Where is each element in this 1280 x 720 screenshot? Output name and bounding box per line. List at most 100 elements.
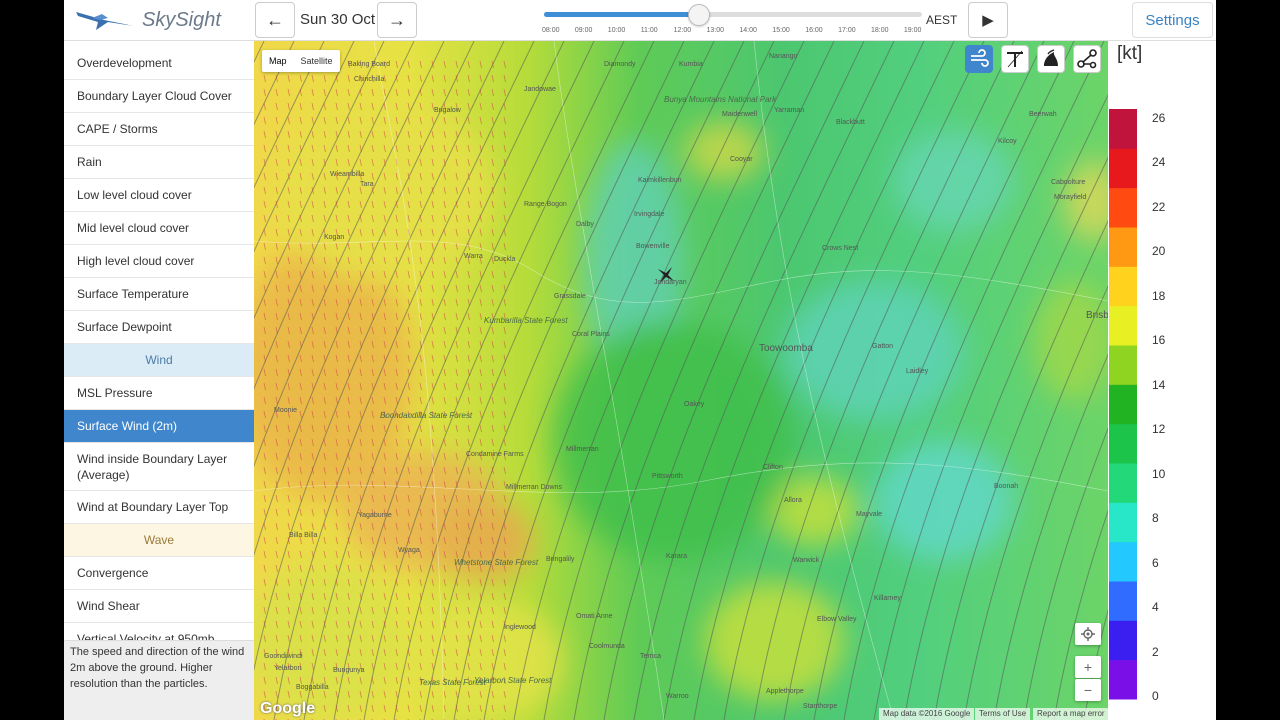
place-label: Omati Anne bbox=[576, 613, 613, 620]
place-label: Jandowae bbox=[524, 86, 556, 93]
wind-layer-tool-button[interactable] bbox=[965, 45, 993, 73]
place-label: Yelarbon bbox=[274, 665, 302, 672]
layer-overdevelopment[interactable]: Overdevelopment bbox=[64, 47, 254, 80]
time-tick-label: 08:00 bbox=[542, 27, 560, 34]
crosshair-icon bbox=[1081, 627, 1095, 641]
place-label: Yelarbon State Forest bbox=[474, 676, 552, 685]
place-label: Wyaga bbox=[398, 547, 420, 554]
settings-button[interactable]: Settings bbox=[1132, 2, 1213, 38]
layer-msl-pressure[interactable]: MSL Pressure bbox=[64, 377, 254, 410]
layer-cape-storms[interactable]: CAPE / Storms bbox=[64, 113, 254, 146]
section-header-wave[interactable]: Wave bbox=[64, 524, 254, 557]
layer-wind-shear[interactable]: Wind Shear bbox=[64, 590, 254, 623]
play-button[interactable]: ▶ bbox=[968, 2, 1008, 38]
layer-surface-temperature[interactable]: Surface Temperature bbox=[64, 278, 254, 311]
thermal-icon bbox=[1044, 49, 1058, 66]
google-logo: Google bbox=[260, 700, 316, 717]
map-data-attribution: Map data ©2016 Google bbox=[879, 708, 975, 720]
my-location-button[interactable] bbox=[1075, 623, 1101, 645]
legend-color-band bbox=[1109, 463, 1137, 503]
layer-wind-at-boundary-layer-top[interactable]: Wind at Boundary Layer Top bbox=[64, 491, 254, 524]
place-label: Gatton bbox=[872, 343, 894, 350]
layer-convergence[interactable]: Convergence bbox=[64, 557, 254, 590]
map-view[interactable]: Map Satellite Baking Board Chinchilla Brig… bbox=[254, 41, 1108, 720]
place-label: Duckla bbox=[494, 256, 516, 263]
map-type-satellite-button[interactable]: Satellite bbox=[294, 50, 340, 72]
place-label: Millmerran bbox=[566, 446, 599, 453]
thermal-tool-button[interactable] bbox=[1037, 45, 1065, 73]
legend-tick-label: 8 bbox=[1152, 511, 1159, 526]
legend-color-band bbox=[1109, 109, 1137, 149]
place-label: Goondiwindi bbox=[264, 653, 303, 660]
time-slider-thumb[interactable] bbox=[687, 4, 710, 26]
place-label: Mayvale bbox=[856, 511, 883, 518]
time-tick-label: 15:00 bbox=[772, 27, 790, 34]
skysight-app: SkySight ← Sun 30 Oct → 08:00 09:00 10:00 1… bbox=[64, 0, 1216, 720]
place-label: Millmerran Downs bbox=[506, 484, 563, 491]
place-label: Applethorpe bbox=[766, 688, 804, 695]
layer-mid-level-cloud-cover[interactable]: Mid level cloud cover bbox=[64, 212, 254, 245]
place-label: Tara bbox=[360, 181, 374, 188]
place-label: Yagaburne bbox=[358, 512, 392, 519]
next-day-button[interactable]: → bbox=[377, 2, 417, 38]
zoom-out-button[interactable]: − bbox=[1075, 679, 1101, 701]
skew-t-icon bbox=[1007, 50, 1023, 68]
place-label: Coral Plains bbox=[572, 331, 610, 338]
layer-rain[interactable]: Rain bbox=[64, 146, 254, 179]
place-label: Bowenville bbox=[636, 243, 670, 250]
report-map-error-link[interactable]: Report a map error bbox=[1033, 708, 1108, 720]
place-label: Crows Nest bbox=[822, 245, 859, 252]
prev-day-button[interactable]: ← bbox=[255, 2, 295, 38]
layer-boundary-layer-cloud-cover[interactable]: Boundary Layer Cloud Cover bbox=[64, 80, 254, 113]
time-slider[interactable] bbox=[544, 4, 922, 26]
place-label: Laidley bbox=[906, 368, 929, 375]
time-tick-label: 11:00 bbox=[640, 27, 658, 34]
play-icon: ▶ bbox=[982, 12, 994, 29]
legend-color-band bbox=[1109, 659, 1137, 700]
place-label: Clifton bbox=[763, 464, 783, 471]
layer-high-level-cloud-cover[interactable]: High level cloud cover bbox=[64, 245, 254, 278]
place-label: Cooyar bbox=[730, 156, 753, 163]
place-label: Yarraman bbox=[774, 107, 805, 114]
legend-tick-label: 4 bbox=[1152, 600, 1159, 615]
layer-wind-inside-boundary-layer[interactable]: Wind inside Boundary Layer (Average) bbox=[64, 443, 254, 491]
place-label: Oakey bbox=[684, 401, 705, 408]
place-label: Boggabilla bbox=[296, 684, 329, 691]
time-tick-label: 18:00 bbox=[871, 27, 889, 34]
place-label: Chinchilla bbox=[354, 76, 385, 83]
legend-color-band bbox=[1109, 148, 1137, 189]
place-label: Kilcoy bbox=[998, 138, 1017, 145]
arrow-left-icon: ← bbox=[266, 9, 284, 30]
zoom-in-button[interactable]: + bbox=[1075, 656, 1101, 678]
place-label: Warwick bbox=[793, 557, 820, 564]
skysight-logo[interactable]: SkySight bbox=[74, 4, 221, 36]
route-tool-button[interactable] bbox=[1073, 45, 1101, 73]
layer-vertical-velocity-950mb[interactable]: Vertical Velocity at 950mb bbox=[64, 623, 254, 640]
place-label: Dalby bbox=[576, 221, 594, 228]
terms-of-use-link[interactable]: Terms of Use bbox=[975, 708, 1031, 720]
place-label: Beerwah bbox=[1029, 111, 1057, 118]
legend-color-band bbox=[1109, 266, 1137, 307]
legend-tick-label: 16 bbox=[1152, 333, 1166, 348]
route-icon bbox=[1077, 49, 1097, 69]
legend-unit: [kt] bbox=[1117, 43, 1143, 64]
place-label: Warroo bbox=[666, 693, 689, 700]
legend-tick-label: 0 bbox=[1152, 689, 1159, 703]
arrow-right-icon: → bbox=[388, 9, 406, 30]
place-label: Condamine Farms bbox=[466, 451, 524, 458]
layer-surface-dewpoint[interactable]: Surface Dewpoint bbox=[64, 311, 254, 344]
place-label: Kumbia bbox=[679, 61, 703, 68]
layer-surface-wind-2m[interactable]: Surface Wind (2m) bbox=[64, 410, 254, 443]
place-label: Bunya Mountains National Park bbox=[664, 95, 777, 104]
place-label: Karara bbox=[666, 553, 688, 560]
section-header-wind[interactable]: Wind bbox=[64, 344, 254, 377]
layer-low-level-cloud-cover[interactable]: Low level cloud cover bbox=[64, 179, 254, 212]
place-label: Allora bbox=[784, 497, 802, 504]
place-label: Boonah bbox=[994, 483, 1019, 490]
skew-t-tool-button[interactable] bbox=[1001, 45, 1029, 73]
time-tick-label: 13:00 bbox=[706, 27, 725, 34]
legend-color-bar bbox=[1109, 109, 1137, 700]
map-type-map-button[interactable]: Map bbox=[262, 50, 294, 72]
time-tick-label: 14:00 bbox=[739, 27, 757, 34]
legend-color-band bbox=[1109, 581, 1137, 621]
